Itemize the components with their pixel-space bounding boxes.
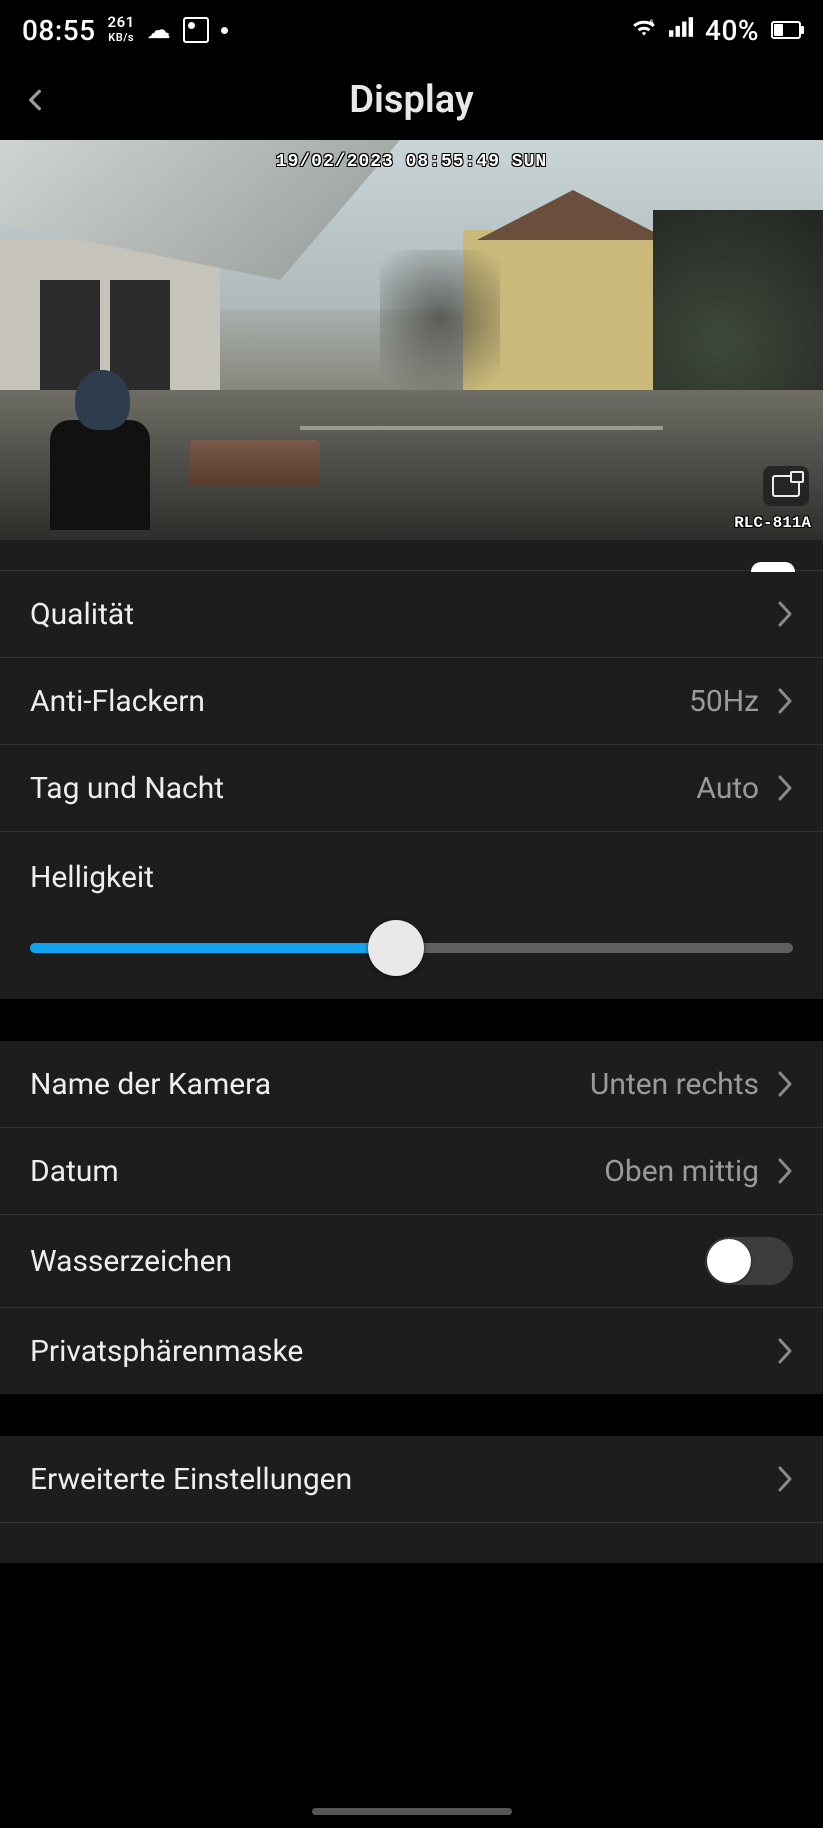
- back-button[interactable]: [22, 87, 48, 113]
- status-left: 08:55 261 KB/s ☁: [22, 14, 228, 47]
- date-value: Oben mittig: [604, 1154, 759, 1189]
- battery-level: [774, 24, 783, 36]
- status-net-speed: 261 KB/s: [108, 15, 135, 45]
- row-quality[interactable]: Qualität: [0, 570, 823, 657]
- chevron-right-icon: [777, 1157, 793, 1185]
- status-time: 08:55: [22, 14, 96, 47]
- more-notifications-icon: [221, 27, 228, 34]
- day-night-label: Tag und Nacht: [30, 771, 224, 806]
- chevron-right-icon: [777, 1465, 793, 1493]
- quality-label: Qualität: [30, 597, 134, 632]
- nav-handle-icon: [312, 1808, 512, 1815]
- battery-percent: 40%: [705, 14, 759, 47]
- toggle-knob: [707, 1239, 751, 1283]
- anti-flicker-value: 50Hz: [689, 684, 759, 719]
- row-camera-name[interactable]: Name der Kamera Unten rechts: [0, 1041, 823, 1127]
- row-day-night[interactable]: Tag und Nacht Auto: [0, 744, 823, 831]
- cell-signal-icon: [669, 17, 693, 43]
- osd-timestamp: 19/02/2023 08:55:49 SUN: [276, 152, 547, 172]
- app-header: Display: [0, 60, 823, 140]
- row-privacy-mask[interactable]: Privatsphärenmaske: [0, 1307, 823, 1394]
- row-anti-flicker[interactable]: Anti-Flackern 50Hz: [0, 657, 823, 744]
- chevron-right-icon: [777, 687, 793, 715]
- weather-cloud-icon: ☁: [147, 16, 172, 44]
- privacy-mask-label: Privatsphärenmaske: [30, 1334, 303, 1369]
- row-date[interactable]: Datum Oben mittig: [0, 1127, 823, 1214]
- gallery-icon: [183, 17, 209, 43]
- page-title: Display: [349, 78, 473, 122]
- chevron-right-icon: [777, 600, 793, 628]
- svg-text:6: 6: [649, 18, 654, 27]
- row-watermark: Wasserzeichen: [0, 1214, 823, 1307]
- wifi-icon: 6: [631, 17, 657, 43]
- anti-flicker-label: Anti-Flackern: [30, 684, 205, 719]
- gesture-nav-bar[interactable]: [0, 1794, 823, 1828]
- row-advanced-settings[interactable]: Erweiterte Einstellungen: [0, 1436, 823, 1522]
- settings-group-display: Qualität Anti-Flackern 50Hz Tag und Nach…: [0, 540, 823, 999]
- watermark-label: Wasserzeichen: [30, 1244, 232, 1279]
- settings-group-advanced: Erweiterte Einstellungen: [0, 1436, 823, 1563]
- brightness-slider[interactable]: [30, 943, 793, 953]
- brightness-label: Helligkeit: [30, 860, 793, 895]
- status-right: 6 40%: [631, 14, 801, 47]
- chevron-right-icon: [777, 1337, 793, 1365]
- camera-name-label: Name der Kamera: [30, 1067, 271, 1102]
- row-brightness: Helligkeit: [0, 831, 823, 999]
- brightness-slider-thumb[interactable]: [368, 920, 424, 976]
- prev-setting-partial: [0, 540, 823, 570]
- camera-preview[interactable]: 19/02/2023 08:55:49 SUN RLC-811A: [0, 140, 823, 540]
- osd-camera-model: RLC-811A: [734, 514, 811, 532]
- chevron-right-icon: [777, 1070, 793, 1098]
- battery-icon: [771, 21, 801, 39]
- status-bar: 08:55 261 KB/s ☁ 6 40%: [0, 0, 823, 60]
- settings-group-osd: Name der Kamera Unten rechts Datum Oben …: [0, 1041, 823, 1394]
- advanced-settings-label: Erweiterte Einstellungen: [30, 1462, 352, 1497]
- camera-name-value: Unten rechts: [590, 1067, 759, 1102]
- row-partial-bottom: [0, 1522, 823, 1563]
- brightness-slider-fill: [30, 943, 396, 953]
- watermark-toggle[interactable]: [705, 1237, 793, 1285]
- date-label: Datum: [30, 1154, 119, 1189]
- chevron-right-icon: [777, 774, 793, 802]
- day-night-value: Auto: [696, 771, 759, 806]
- pip-icon[interactable]: [763, 466, 809, 506]
